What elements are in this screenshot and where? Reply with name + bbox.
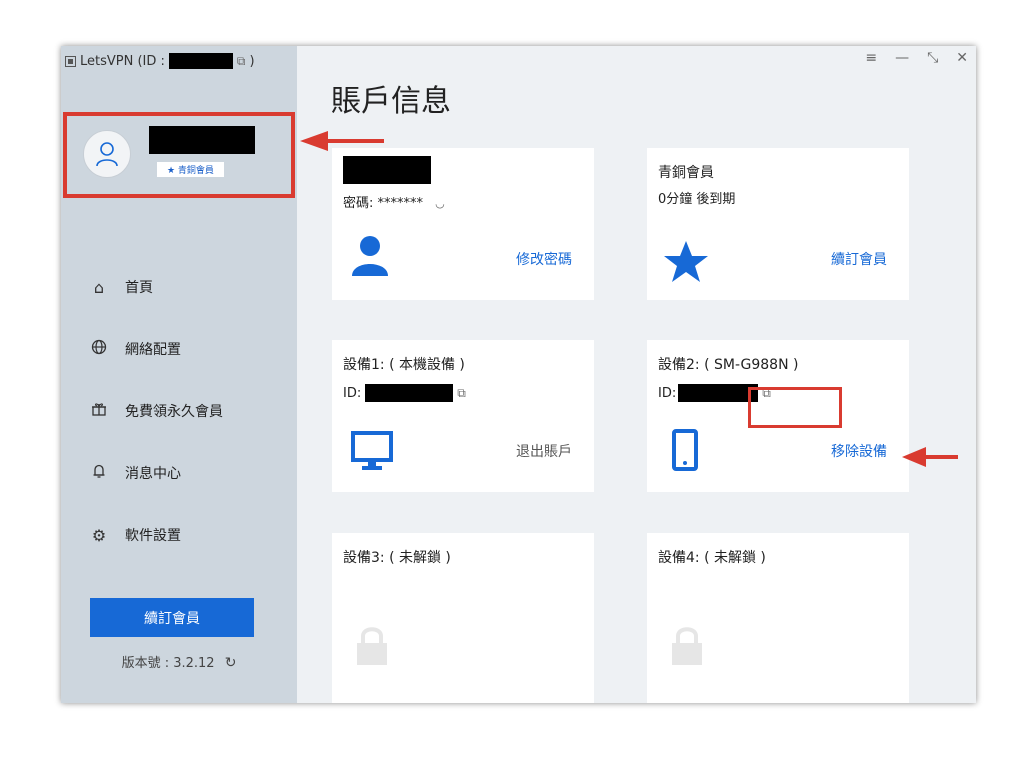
annotation-arrow-remove [902,447,958,467]
device-4-title: 設備4: ( 未解鎖 ) [658,550,766,566]
copy-icon[interactable]: ⧉ [457,386,466,401]
sidebar: LetsVPN (ID : ⧉ ) ★ 青銅會員 ⌂ 首頁 網絡配置 免費領永久… [61,46,297,703]
remove-device-highlight [748,387,842,428]
sidebar-item-label: 軟件設置 [125,528,181,544]
renew-membership-link[interactable]: 續訂會員 [831,249,887,269]
copy-icon[interactable]: ⧉ [237,54,246,69]
account-card: 密碼: ******* ◡ 修改密碼 [332,148,594,300]
window-controls: ≡ — ⤡ ✕ [865,50,968,66]
app-title: LetsVPN (ID : [80,53,165,69]
title-bar: LetsVPN (ID : ⧉ ) [65,50,255,72]
membership-card: 青銅會員 0分鐘 後到期 續訂會員 [647,148,909,300]
redacted-device-1-id [365,384,454,402]
device-1-id: ID: ⧉ [343,384,466,402]
sidebar-item-free-membership[interactable]: 免費領永久會員 [61,380,297,442]
device-card-3: 設備3: ( 未解鎖 ) [332,533,594,703]
password-text: 密碼: ******* ◡ [343,196,445,211]
device-3-title: 設備3: ( 未解鎖 ) [343,550,451,566]
home-icon: ⌂ [93,277,105,297]
gift-icon [89,401,109,421]
globe-icon [89,339,109,359]
version-info: 版本號 : 3.2.12 ↻ [61,652,297,671]
change-password-link[interactable]: 修改密碼 [516,249,572,269]
sidebar-item-label: 網絡配置 [125,342,181,358]
logout-link[interactable]: 退出賬戶 [516,441,572,461]
app-logo-icon [65,55,76,67]
annotation-arrow-profile [300,131,384,151]
remove-device-link[interactable]: 移除設備 [831,441,887,461]
version-label: 版本號 : 3.2.12 [121,656,215,671]
title-close-paren: ) [249,53,255,69]
close-icon[interactable]: ✕ [956,50,968,66]
lock-icon [357,627,387,665]
user-icon [96,142,118,167]
device-card-4: 設備4: ( 未解鎖 ) [647,533,909,703]
device-2-title: 設備2: ( SM-G988N ) [658,357,799,373]
phone-icon [672,429,698,471]
redacted-account-name [343,156,431,184]
membership-badge: ★ 青銅會員 [157,162,224,177]
sidebar-item-label: 首頁 [125,280,153,296]
sidebar-item-label: 免費領永久會員 [125,404,223,420]
sidebar-item-network[interactable]: 網絡配置 [61,318,297,380]
redacted-username [149,126,255,154]
sidebar-nav: ⌂ 首頁 網絡配置 免費領永久會員 消息中心 ⚙ 軟件設置 [61,256,297,566]
person-icon [352,236,388,276]
menu-icon[interactable]: ≡ [865,50,877,66]
membership-title: 青銅會員 [658,165,714,181]
sidebar-item-messages[interactable]: 消息中心 [61,442,297,504]
eye-icon[interactable]: ◡ [435,197,445,210]
membership-expiry: 0分鐘 後到期 [658,192,736,207]
app-window: LetsVPN (ID : ⧉ ) ★ 青銅會員 ⌂ 首頁 網絡配置 免費領永久… [61,46,976,703]
restore-icon[interactable]: ⤡ [927,50,938,66]
sidebar-item-home[interactable]: ⌂ 首頁 [61,256,297,318]
sidebar-item-label: 消息中心 [125,466,181,482]
profile-highlight: ★ 青銅會員 [63,112,295,198]
redacted-device-2-id [678,384,759,402]
gear-icon: ⚙ [91,525,107,545]
device-card-1: 設備1: ( 本機設備 ) ID: ⧉ 退出賬戶 [332,340,594,492]
monitor-icon [351,431,393,470]
page-title: 賬戶信息 [331,84,451,119]
star-icon [664,241,708,282]
device-1-title: 設備1: ( 本機設備 ) [343,357,465,373]
avatar[interactable] [83,130,131,178]
bell-icon [89,463,109,483]
refresh-icon[interactable]: ↻ [225,655,237,671]
sidebar-item-settings[interactable]: ⚙ 軟件設置 [61,504,297,566]
lock-icon [672,627,702,665]
minimize-icon[interactable]: — [895,50,909,66]
renew-membership-button[interactable]: 續訂會員 [90,598,254,637]
redacted-id [168,53,233,69]
